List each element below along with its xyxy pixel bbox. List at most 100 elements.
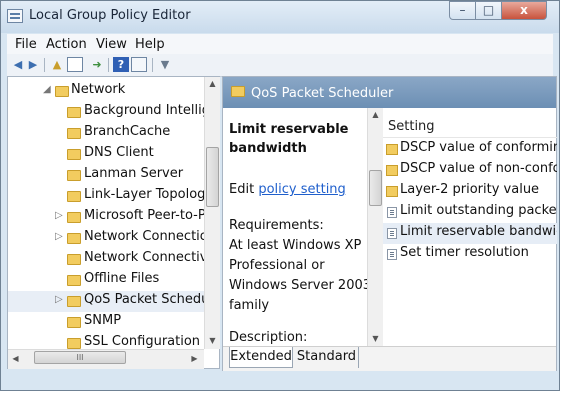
tree-item-offline-files[interactable]: Offline Files xyxy=(8,270,205,291)
details-pane: QoS Packet Scheduler Limit reservable ba… xyxy=(222,76,557,371)
expand-arrow-icon[interactable]: ▷ xyxy=(55,294,65,305)
tab-standard[interactable]: Standard xyxy=(295,347,359,368)
description-vertical-scrollbar[interactable]: ▲ ▼ xyxy=(367,108,383,346)
minimize-button[interactable]: – xyxy=(449,1,476,20)
scroll-down-arrow-icon[interactable]: ▼ xyxy=(368,332,383,346)
tree-item-label: DNS Client xyxy=(84,145,154,160)
details-header-title: QoS Packet Scheduler xyxy=(251,86,394,101)
export-list-icon[interactable]: ➜ xyxy=(89,57,105,72)
list-item[interactable]: Set timer resolution xyxy=(383,244,557,265)
tree-item-label: BranchCache xyxy=(84,124,171,139)
tree-item-label: Network xyxy=(71,82,126,97)
tree-vertical-scrollbar[interactable]: ▲ ▼ xyxy=(204,77,220,349)
scroll-right-arrow-icon[interactable]: ▶ xyxy=(187,352,202,366)
properties-icon[interactable] xyxy=(131,57,147,72)
setting-description: Limit reservable bandwidth Edit policy s… xyxy=(223,108,381,346)
settings-list: Setting DSCP value of conforming DSCP va… xyxy=(382,108,557,346)
toolbar: ◀ ▶ ▲ ➜ ? ▼ xyxy=(7,54,553,77)
up-folder-icon[interactable]: ▲ xyxy=(49,57,65,72)
scroll-thumb[interactable] xyxy=(369,170,382,206)
tree-item-ssl-configuration[interactable]: SSL Configuration S xyxy=(8,333,205,349)
folder-icon xyxy=(67,149,81,160)
policy-setting-icon xyxy=(387,207,397,218)
menu-bar: File Action View Help xyxy=(7,34,553,54)
maximize-button[interactable]: □ xyxy=(475,1,502,20)
requirements-label: Requirements: xyxy=(229,218,324,233)
close-button[interactable]: x xyxy=(501,1,547,20)
navigation-tree: ◢ Network Background Intellige BranchCac… xyxy=(7,76,220,369)
tab-extended[interactable]: Extended xyxy=(229,347,293,368)
tree-item-network-connections[interactable]: ▷ Network Connection xyxy=(8,228,205,249)
list-item[interactable]: DSCP value of non-conform xyxy=(383,160,557,181)
tree-item-background-intelligent[interactable]: Background Intellige xyxy=(8,102,205,123)
list-item[interactable]: DSCP value of conforming xyxy=(383,139,557,160)
tree-item-snmp[interactable]: SNMP xyxy=(8,312,205,333)
folder-icon xyxy=(67,254,81,265)
back-arrow-icon[interactable]: ◀ xyxy=(10,57,26,72)
help-icon[interactable]: ? xyxy=(113,57,129,72)
folder-icon xyxy=(67,107,81,118)
tree-horizontal-scrollbar[interactable]: ◀ III ▶ xyxy=(8,349,204,369)
edit-policy-link[interactable]: policy setting xyxy=(258,182,345,197)
tree-item-link-layer-topology[interactable]: Link-Layer Topology xyxy=(8,186,205,207)
tree-items: ◢ Network Background Intellige BranchCac… xyxy=(8,77,205,349)
folder-icon xyxy=(386,186,398,197)
group-policy-app-icon xyxy=(7,9,23,23)
folder-icon xyxy=(67,338,81,349)
policy-setting-icon xyxy=(387,228,397,239)
tree-item-label: Microsoft Peer-to-Pe xyxy=(84,208,205,223)
tree-item-network-connectivity[interactable]: Network Connectivit xyxy=(8,249,205,270)
list-item[interactable]: Limit outstanding packets xyxy=(383,202,557,223)
requirements-text: At least Windows XP Professional or Wind… xyxy=(229,238,372,313)
scroll-up-arrow-icon[interactable]: ▲ xyxy=(368,108,383,122)
toolbar-separator xyxy=(44,58,45,72)
folder-icon xyxy=(67,233,81,244)
tree-item-microsoft-peer-to-peer[interactable]: ▷ Microsoft Peer-to-Pe xyxy=(8,207,205,228)
scroll-thumb[interactable] xyxy=(206,147,219,207)
menu-action[interactable]: Action xyxy=(46,37,87,52)
folder-icon xyxy=(67,170,81,181)
tree-item-branchcache[interactable]: BranchCache xyxy=(8,123,205,144)
show-hide-tree-icon[interactable] xyxy=(67,57,83,72)
list-item-label: DSCP value of conforming xyxy=(400,140,557,155)
folder-icon xyxy=(67,128,81,139)
forward-arrow-icon[interactable]: ▶ xyxy=(25,57,41,72)
menu-help[interactable]: Help xyxy=(135,37,165,52)
folder-icon xyxy=(67,275,81,286)
list-item-label: Set timer resolution xyxy=(400,245,529,260)
expand-arrow-icon[interactable]: ▷ xyxy=(55,231,65,242)
tree-item-label: QoS Packet Schedul xyxy=(84,292,205,307)
scroll-down-arrow-icon[interactable]: ▼ xyxy=(205,334,220,348)
folder-icon xyxy=(67,317,81,328)
menu-file[interactable]: File xyxy=(15,37,37,52)
policy-setting-icon xyxy=(387,249,397,260)
column-header-label: Setting xyxy=(388,119,435,134)
tree-item-label: SNMP xyxy=(84,313,122,328)
list-item[interactable]: Layer-2 priority value xyxy=(383,181,557,202)
tree-item-dns-client[interactable]: DNS Client xyxy=(8,144,205,165)
scroll-left-arrow-icon[interactable]: ◀ xyxy=(8,352,23,366)
title-bar[interactable]: Local Group Policy Editor – □ x xyxy=(1,1,559,33)
toolbar-separator xyxy=(152,58,153,72)
collapse-arrow-icon[interactable]: ◢ xyxy=(43,84,53,95)
tree-item-qos-packet-scheduler[interactable]: ▷ QoS Packet Schedul xyxy=(8,291,205,312)
description-label: Description: xyxy=(229,330,308,345)
folder-icon xyxy=(231,86,245,97)
window-title: Local Group Policy Editor xyxy=(29,8,191,23)
expand-arrow-icon[interactable]: ▷ xyxy=(55,210,65,221)
folder-icon xyxy=(67,212,81,223)
edit-prefix: Edit xyxy=(229,182,255,197)
list-item-label: DSCP value of non-conform xyxy=(400,161,557,176)
list-item-selected[interactable]: Limit reservable bandwidth xyxy=(383,223,557,244)
tree-item-lanman-server[interactable]: Lanman Server xyxy=(8,165,205,186)
tree-item-label: Background Intellige xyxy=(84,103,205,118)
scroll-up-arrow-icon[interactable]: ▲ xyxy=(205,77,220,91)
filter-icon[interactable]: ▼ xyxy=(157,57,173,72)
tree-item-label: Offline Files xyxy=(84,271,160,286)
tree-item-network[interactable]: ◢ Network xyxy=(8,81,205,102)
folder-icon xyxy=(55,86,69,97)
scroll-thumb[interactable]: III xyxy=(34,351,126,364)
edit-line: Edit policy setting xyxy=(229,180,379,200)
column-header-setting[interactable]: Setting xyxy=(383,117,557,138)
menu-view[interactable]: View xyxy=(96,37,127,52)
